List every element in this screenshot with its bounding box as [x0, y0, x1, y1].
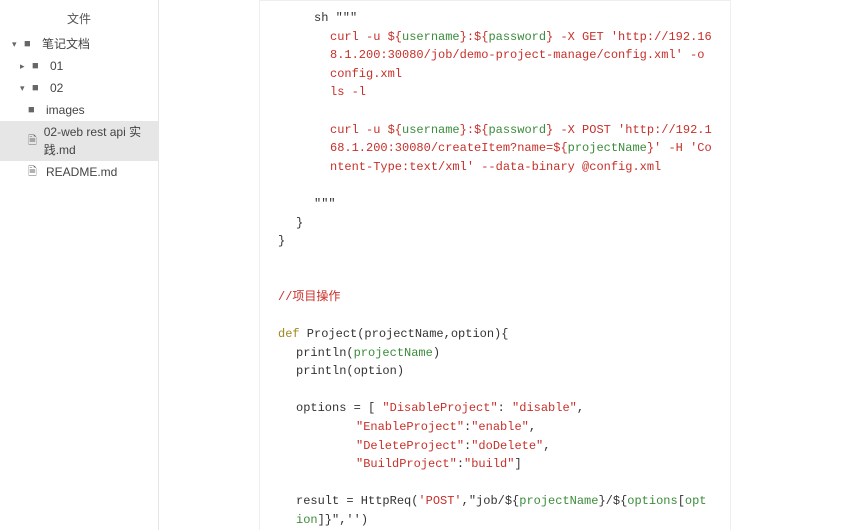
code-text: options = [: [296, 401, 382, 415]
code-text: ): [433, 346, 440, 360]
code-text: }:${: [460, 123, 489, 137]
code-block[interactable]: sh """ curl -u ${username}:${password} -…: [259, 0, 731, 530]
code-str: "EnableProject": [356, 420, 464, 434]
code-text: sh """: [314, 11, 357, 25]
folder-icon: ■: [32, 57, 46, 75]
tree-label: 02-web rest api 实践.md: [44, 123, 152, 159]
code-var: password: [488, 30, 546, 44]
code-comment: //项目操作: [278, 290, 340, 304]
main-content: sh """ curl -u ${username}:${password} -…: [159, 0, 850, 530]
file-icon: 🗎: [28, 163, 42, 181]
tree-folder-02[interactable]: ▾ ■ 02: [0, 77, 158, 99]
tree-label: 01: [50, 57, 63, 75]
code-str: "DeleteProject": [356, 439, 464, 453]
tree-folder-01[interactable]: ▸ ■ 01: [0, 55, 158, 77]
folder-icon: ■: [32, 79, 46, 97]
code-str: "DisableProject": [382, 401, 497, 415]
code-var: projectName: [354, 346, 433, 360]
code-text: ls -l: [330, 85, 366, 99]
code-brace: }: [278, 234, 285, 248]
tree-label: README.md: [46, 163, 117, 181]
code-text: }:${: [460, 30, 489, 44]
code-text: """: [314, 197, 336, 211]
tree-file-readme[interactable]: 🗎 README.md: [0, 161, 158, 183]
tree-label: images: [46, 101, 85, 119]
code-str: "enable": [471, 420, 529, 434]
chevron-right-icon: ▸: [20, 57, 30, 75]
code-text: ]}",''): [318, 513, 368, 527]
folder-icon: ■: [28, 101, 42, 119]
code-str: "disable": [512, 401, 577, 415]
code-keyword: def: [278, 327, 300, 341]
folder-icon: ■: [24, 35, 38, 53]
tree-folder-images[interactable]: ■ images: [0, 99, 158, 121]
code-text: }/${: [598, 494, 627, 508]
tree-file-02-web[interactable]: 🗎 02-web rest api 实践.md: [0, 121, 158, 161]
code-text: [: [678, 494, 685, 508]
code-text: Project(projectName,option){: [300, 327, 509, 341]
code-var: projectName: [568, 141, 647, 155]
code-text: ,"job/${: [462, 494, 520, 508]
code-var: password: [488, 123, 546, 137]
code-str: 'POST': [418, 494, 461, 508]
code-text: println(option): [296, 364, 404, 378]
code-text: ]: [514, 457, 521, 471]
code-text: result = HttpReq(: [296, 494, 418, 508]
code-var: projectName: [519, 494, 598, 508]
code-brace: }: [296, 216, 303, 230]
tree-label: 02: [50, 79, 63, 97]
code-text: println(: [296, 346, 354, 360]
chevron-down-icon: ▾: [20, 79, 30, 97]
code-str: "build": [464, 457, 514, 471]
sidebar-title: 文件: [0, 6, 158, 33]
file-tree: ▾ ■ 笔记文档 ▸ ■ 01 ▾ ■ 02 ■ images 🗎 02-web…: [0, 33, 158, 183]
code-str: "doDelete": [471, 439, 543, 453]
tree-label: 笔记文档: [42, 35, 90, 53]
tree-folder-root[interactable]: ▾ ■ 笔记文档: [0, 33, 158, 55]
code-var: options: [627, 494, 677, 508]
chevron-down-icon: ▾: [12, 35, 22, 53]
file-icon: 🗎: [28, 132, 40, 150]
code-var: username: [402, 123, 460, 137]
code-str: "BuildProject": [356, 457, 457, 471]
code-text: curl -u ${: [330, 30, 402, 44]
code-text: curl -u ${: [330, 123, 402, 137]
file-sidebar: 文件 ▾ ■ 笔记文档 ▸ ■ 01 ▾ ■ 02 ■ images 🗎 02-…: [0, 0, 159, 530]
code-var: username: [402, 30, 460, 44]
